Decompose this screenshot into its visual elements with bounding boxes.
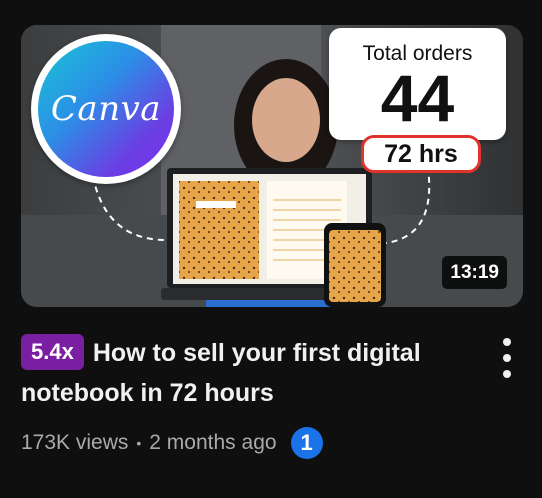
more-dot — [503, 354, 511, 362]
video-title-line[interactable]: 5.4x How to sell your first digital noteb… — [21, 333, 486, 413]
video-thumbnail[interactable]: Canva Total orders 44 72 hrs 13:19 — [21, 25, 523, 307]
upload-age: 2 months ago — [149, 431, 277, 454]
total-orders-value: 44 — [380, 61, 455, 135]
video-meta: 5.4x How to sell your first digital noteb… — [21, 333, 486, 413]
total-orders-card: Total orders 44 — [329, 28, 506, 140]
video-card[interactable]: Canva Total orders 44 72 hrs 13:19 5.4x H… — [0, 0, 542, 498]
video-stats: 173K views • 2 months ago 1 — [21, 427, 323, 459]
stats-separator: • — [136, 435, 142, 451]
more-dot — [503, 370, 511, 378]
more-dot — [503, 338, 511, 346]
view-count: 173K views — [21, 431, 129, 454]
canva-logo-text: Canva — [50, 89, 162, 129]
canva-logo-circle: Canva — [38, 41, 174, 177]
speed-badge: 5.4x — [21, 334, 84, 370]
canva-logo: Canva — [31, 34, 181, 184]
number-one-icon[interactable]: 1 — [290, 427, 323, 459]
more-vertical-icon[interactable] — [496, 338, 518, 378]
video-duration: 13:19 — [442, 256, 507, 289]
hours-pill: 72 hrs — [361, 135, 481, 173]
